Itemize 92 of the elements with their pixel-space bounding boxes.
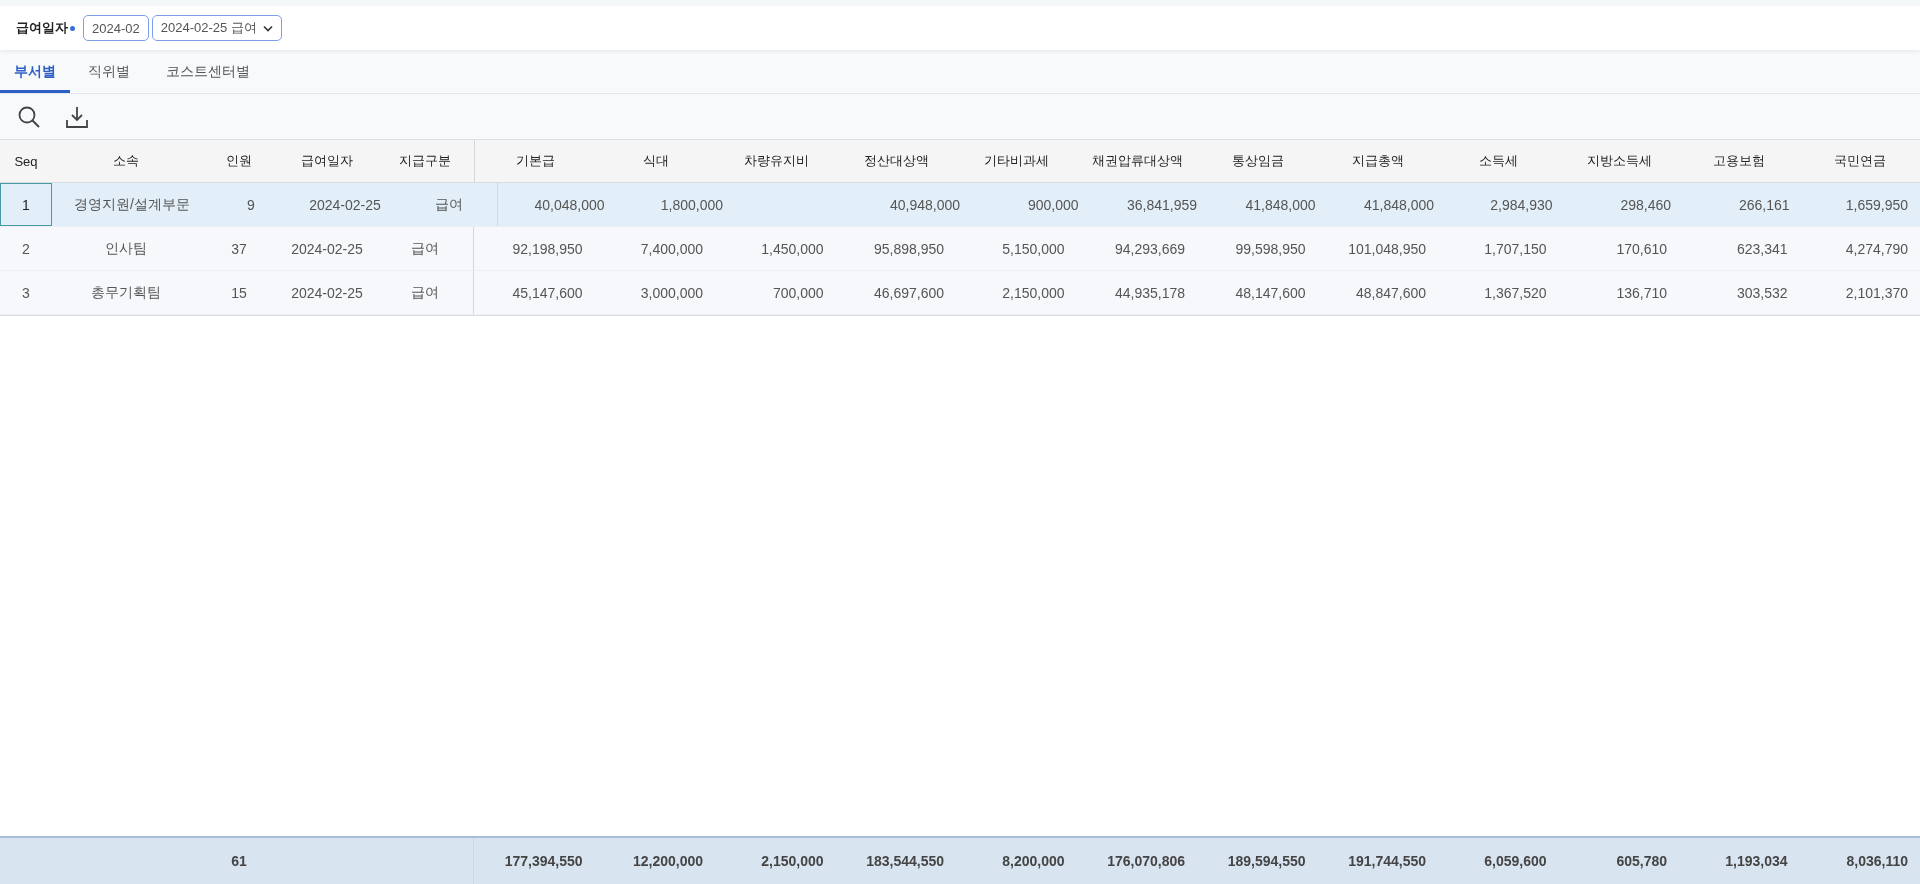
total-value: 605,780 bbox=[1616, 853, 1667, 869]
table-cell-text: 303,532 bbox=[1735, 283, 1789, 303]
table-cell-text: 1,659,950 bbox=[1844, 195, 1909, 215]
total-value: 177,394,550 bbox=[504, 853, 583, 869]
total-value: 6,059,600 bbox=[1484, 853, 1547, 869]
table-cell-text: 7,400,000 bbox=[639, 239, 704, 259]
table-cell-text: 41,848,000 bbox=[1244, 195, 1317, 215]
table-cell-text: 9 bbox=[246, 195, 256, 215]
table-row[interactable]: 3 총무기획팀 15 2024-02-25 급여 45,147,600 3,000,000 700,000 46,697,600 2,150,000 44,935,178 48,147,600 48,847,600 1,367,520 136,710 303,532 2,101,370 bbox=[0, 271, 1920, 315]
table-cell-text: 1,450,000 bbox=[760, 239, 825, 259]
column-header[interactable]: 지방소득세 bbox=[1558, 140, 1680, 182]
download-icon[interactable] bbox=[65, 104, 89, 129]
table-cell-text: 94,293,669 bbox=[1113, 239, 1186, 259]
tab[interactable]: 코스트센터별 bbox=[148, 54, 268, 93]
table-cell: 급여 bbox=[376, 271, 474, 314]
table-cell-text: 37 bbox=[230, 239, 248, 259]
column-header[interactable]: 지급총액 bbox=[1317, 140, 1439, 182]
table-cell-text: 3 bbox=[21, 283, 31, 303]
total-value: 183,544,550 bbox=[866, 853, 944, 869]
total-value: 2,150,000 bbox=[761, 853, 824, 869]
column-header[interactable]: 소득세 bbox=[1438, 140, 1559, 182]
column-header[interactable]: 인원 bbox=[200, 140, 278, 182]
table-cell-text: 101,048,950 bbox=[1347, 239, 1427, 259]
table-cell-text: 700,000 bbox=[771, 283, 825, 303]
tab[interactable]: 직위별 bbox=[70, 54, 148, 93]
column-header[interactable]: 차량유지비 bbox=[715, 140, 837, 182]
search-icon[interactable] bbox=[17, 104, 41, 129]
table-cell-text: 1,367,520 bbox=[1483, 283, 1548, 303]
table-cell-text: 인사팀 bbox=[104, 238, 148, 258]
table-cell-text: 2024-02-25 bbox=[290, 283, 364, 303]
column-header[interactable]: 기본급 bbox=[475, 140, 596, 182]
column-header[interactable]: 채권압류대상액 bbox=[1077, 140, 1198, 182]
column-header[interactable]: 식대 bbox=[595, 140, 716, 182]
column-header[interactable]: 소속 bbox=[52, 140, 200, 182]
column-header[interactable]: 기타비과세 bbox=[956, 140, 1078, 182]
table-cell-text: 5,150,000 bbox=[1001, 239, 1066, 259]
table-cell-text: 95,898,950 bbox=[872, 239, 945, 259]
table-cell-text: 623,341 bbox=[1735, 239, 1789, 259]
total-value: 191,744,550 bbox=[1348, 853, 1426, 869]
table-cell-text: 266,161 bbox=[1737, 195, 1791, 215]
total-value: 189,594,550 bbox=[1227, 853, 1306, 869]
column-header[interactable]: 급여일자 bbox=[278, 140, 376, 182]
column-header[interactable]: 고용보험 bbox=[1679, 140, 1800, 182]
caret-icon bbox=[262, 24, 273, 32]
table-cell: 급여 bbox=[376, 227, 474, 270]
table-cell-text: 170,610 bbox=[1615, 239, 1668, 259]
table-cell-text: 40,948,000 bbox=[888, 195, 961, 215]
table-cell-text: 92,198,950 bbox=[511, 239, 584, 259]
table-cell-text: 44,935,178 bbox=[1113, 283, 1186, 303]
table-cell-text: 2024-02-25 bbox=[290, 239, 364, 259]
month-field[interactable]: 2024-02 bbox=[83, 15, 149, 41]
tab[interactable]: 부서별 bbox=[0, 54, 70, 93]
table-cell-text: 41,848,000 bbox=[1362, 195, 1435, 215]
table-cell-text: 46,697,600 bbox=[872, 283, 945, 303]
table-cell-text: 99,598,950 bbox=[1234, 239, 1307, 259]
column-header[interactable]: 통상임금 bbox=[1197, 140, 1318, 182]
total-value: 12,200,000 bbox=[632, 853, 703, 869]
table-cell-text: 1,800,000 bbox=[659, 195, 724, 215]
column-header[interactable]: Seq bbox=[0, 140, 52, 182]
table-row[interactable]: 2 인사팀 37 2024-02-25 급여 92,198,950 7,400,000 1,450,000 95,898,950 5,150,000 94,293,669 99,598,950 101,048,950 1,707,150 170,610 623,341 4,274,790 bbox=[0, 227, 1920, 271]
table-cell-text: 2,984,930 bbox=[1489, 195, 1554, 215]
table-cell-text: 48,147,600 bbox=[1234, 283, 1307, 303]
table-cell-text: 2024-02-25 bbox=[308, 195, 382, 215]
table-cell: 급여 bbox=[400, 183, 498, 226]
total-value: 1,193,034 bbox=[1725, 853, 1788, 869]
column-header[interactable]: 정산대상액 bbox=[836, 140, 957, 182]
table-cell: 1 bbox=[0, 183, 52, 226]
table-cell-text: 총무기획팀 bbox=[90, 282, 162, 302]
table-cell-text: 1,707,150 bbox=[1483, 239, 1548, 259]
table-cell-text: 36,841,959 bbox=[1125, 195, 1198, 215]
table-cell-text: 2,150,000 bbox=[1001, 283, 1066, 303]
table-cell-text: 900,000 bbox=[1026, 195, 1080, 215]
table-cell-text: 298,460 bbox=[1619, 195, 1672, 215]
column-header[interactable]: 지급구분 bbox=[376, 140, 475, 182]
table-cell-text: 4,274,790 bbox=[1844, 239, 1909, 259]
table-cell-text: 경영지원/설계부문 bbox=[73, 194, 191, 214]
payday-dropdown[interactable]: 2024-02-25 급여 bbox=[151, 15, 282, 41]
total-value: 8,036,110 bbox=[1846, 853, 1908, 869]
total-value: 8,200,000 bbox=[1002, 853, 1065, 869]
table-cell-text: 15 bbox=[230, 283, 248, 303]
table-cell-text: 3,000,000 bbox=[639, 283, 704, 303]
total-value: 61 bbox=[231, 853, 247, 869]
total-value: 176,070,806 bbox=[1107, 853, 1185, 869]
table-cell-text: 40,048,000 bbox=[533, 195, 606, 215]
table-cell-text: 2 bbox=[21, 239, 31, 259]
table-cell-text: 2,101,370 bbox=[1844, 283, 1909, 303]
column-header[interactable]: 국민연금 bbox=[1799, 140, 1920, 182]
filter-label: 급여일자 bbox=[16, 19, 68, 37]
table-cell-text: 45,147,600 bbox=[511, 283, 584, 303]
table-cell-text: 48,847,600 bbox=[1354, 283, 1427, 303]
table-row[interactable]: 1 경영지원/설계부문 9 2024-02-25 급여 40,048,000 1,800,000 40,948,000 900,000 36,841,959 41,848,000 41,848,000 2,984,930 298,460 266,161 1,659,950 bbox=[0, 183, 1920, 227]
table-cell-text: 136,710 bbox=[1615, 283, 1668, 303]
